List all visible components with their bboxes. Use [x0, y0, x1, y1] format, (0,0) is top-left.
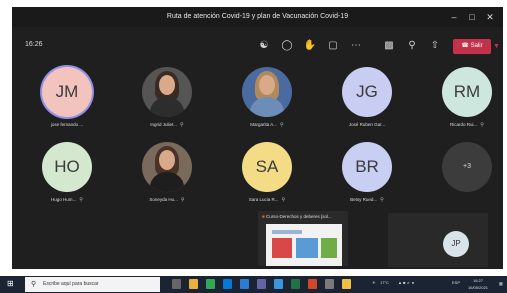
participant-tile[interactable]: Ingrid Juliet... ⚲ [117, 67, 217, 137]
participant-name: Hugo Hum... ⚲ [51, 197, 83, 203]
overflow-tile[interactable]: +3 [417, 142, 503, 212]
mail-icon[interactable] [223, 279, 232, 289]
participant-tile[interactable]: HO Hugo Hum... ⚲ [17, 142, 117, 212]
participant-tile[interactable]: SA Sara Lucia R... ⚲ [217, 142, 317, 212]
participant-name: Betsy Rued... ⚲ [350, 197, 384, 203]
windows-start-icon[interactable]: ⊞ [7, 279, 14, 288]
maximize-icon[interactable]: □ [463, 7, 481, 27]
meeting-toolbar: 16:26 ☯ ◯ ✋ ▢ ⋯ ▩ ⚲ ⇧ ☎ Salir ▼ [12, 27, 503, 67]
participant-tile[interactable]: Margarita A... ⚲ [217, 67, 317, 137]
participant-tile[interactable]: JG José Ruben Gar... [317, 67, 417, 137]
leave-button[interactable]: ☎ Salir ▼ [453, 39, 500, 54]
participant-tile[interactable]: JM jose fernando ... [17, 67, 117, 137]
reactions-icon[interactable]: ✋ [303, 39, 317, 53]
participant-tile[interactable]: Soneyda Hu... ⚲ [117, 142, 217, 212]
input-language[interactable]: ESP [452, 280, 460, 285]
participant-name: Sara Lucia R... ⚲ [248, 197, 286, 203]
mic-off-icon[interactable]: ⚲ [405, 39, 419, 53]
app-icon[interactable] [342, 279, 351, 289]
excel-icon[interactable] [291, 279, 300, 289]
participant-tile[interactable]: RM Ricardo Rui... ⚲ [417, 67, 503, 137]
mic-muted-icon: ⚲ [280, 122, 284, 128]
meeting-timer: 16:26 [25, 41, 43, 48]
participant-name: Margarita A... ⚲ [250, 122, 284, 128]
self-view-tile[interactable]: JP [388, 213, 488, 267]
avatar: JM [42, 67, 92, 117]
search-icon: ⚲ [31, 281, 37, 288]
participant-tile[interactable]: BR Betsy Rued... ⚲ [317, 142, 417, 212]
close-window-icon[interactable]: ✕ [481, 7, 499, 27]
task-view-icon[interactable] [172, 279, 181, 289]
file-explorer-icon[interactable] [189, 279, 198, 289]
mic-muted-icon: ⚲ [79, 197, 83, 203]
mic-muted-icon: ⚲ [380, 197, 384, 203]
participant-name: Ricardo Rui... ⚲ [450, 122, 484, 128]
shared-content-tile[interactable]: ■ Curso-Derechos y deberes [sol... [258, 211, 348, 266]
temperature: 17°C [380, 280, 389, 285]
powerpoint-taskbar-icon[interactable] [308, 279, 317, 289]
shared-slide-thumbnail [266, 224, 342, 266]
camera-off-icon[interactable]: ▩ [382, 39, 396, 53]
avatar: BR [342, 142, 392, 192]
system-tray-icons[interactable]: ▲ ■ ♬ ● [398, 280, 414, 285]
overflow-count: +3 [442, 142, 492, 192]
teams-icon[interactable] [257, 279, 266, 289]
self-avatar: JP [443, 231, 469, 257]
search-placeholder: Escribe aquí para buscar [43, 281, 99, 287]
window-title: Ruta de atención Covid-19 y plan de Vacu… [166, 13, 349, 20]
windows-taskbar: ⊞ ⚲ Escribe aquí para buscar ☀ 17°C ▲ ■ … [0, 276, 507, 293]
phone-icon: ☎ [461, 43, 469, 49]
app-icon[interactable] [325, 279, 334, 289]
mic-muted-icon: ⚲ [180, 197, 185, 203]
powerpoint-icon: ■ [262, 214, 265, 219]
participant-name: José Ruben Gar... [348, 122, 386, 127]
share-screen-icon[interactable]: ⇧ [428, 39, 442, 53]
search-input[interactable]: ⚲ Escribe aquí para buscar [25, 277, 160, 292]
chrome-icon[interactable] [206, 279, 215, 289]
avatar-photo [142, 142, 192, 192]
participant-name: jose fernando ... [50, 122, 84, 127]
mic-muted-icon: ⚲ [180, 122, 184, 128]
chevron-down-icon[interactable]: ▼ [492, 39, 501, 54]
avatar: HO [42, 142, 92, 192]
edge-icon[interactable] [274, 279, 283, 289]
shared-content-title: ■ Curso-Derechos y deberes [sol... [262, 214, 332, 219]
participant-name: Ingrid Juliet... ⚲ [150, 122, 184, 128]
leave-label: Salir [470, 43, 483, 49]
mic-muted-icon: ⚲ [281, 197, 286, 203]
mic-muted-icon: ⚲ [480, 122, 484, 128]
avatar-photo [142, 67, 192, 117]
chat-icon[interactable]: ◯ [280, 39, 294, 53]
avatar: SA [242, 142, 292, 192]
clock[interactable]: 16:27 16/05/2021 [468, 277, 488, 291]
avatar: JG [342, 67, 392, 117]
avatar-photo [242, 67, 292, 117]
participants-icon[interactable]: ☯ [257, 39, 271, 53]
minimize-icon[interactable]: – [445, 7, 463, 27]
participant-name: Soneyda Hu... ⚲ [149, 197, 185, 203]
notifications-icon[interactable]: ▩ [499, 281, 503, 286]
more-actions-icon[interactable]: ⋯ [349, 39, 363, 53]
avatar: RM [442, 67, 492, 117]
rooms-icon[interactable]: ▢ [326, 39, 340, 53]
weather-icon[interactable]: ☀ [372, 280, 376, 285]
word-icon[interactable] [240, 279, 249, 289]
title-bar: Ruta de atención Covid-19 y plan de Vacu… [12, 7, 503, 27]
